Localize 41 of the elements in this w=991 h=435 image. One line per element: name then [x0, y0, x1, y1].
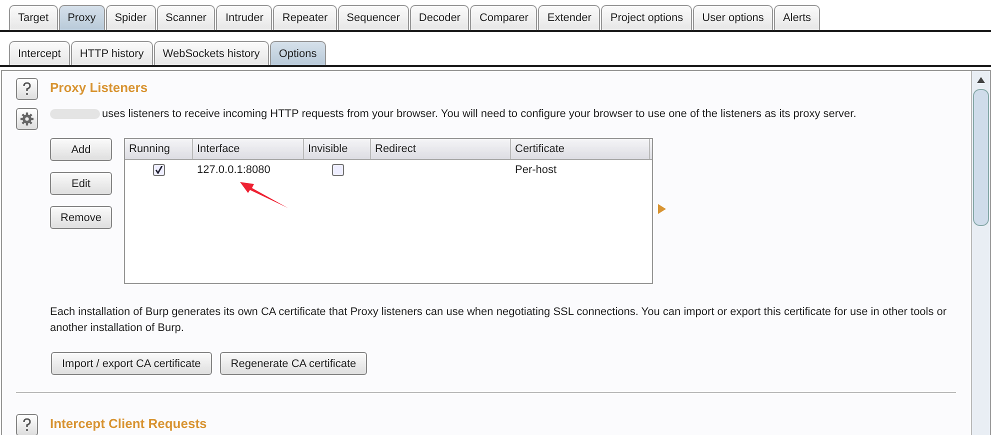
help-icon[interactable]: [16, 414, 38, 435]
certificate-button[interactable]: Import / export CA certificate: [51, 352, 212, 375]
column-header[interactable]: Running: [125, 139, 193, 159]
main-tab[interactable]: Intruder: [216, 5, 272, 30]
certificate-button[interactable]: Regenerate CA certificate: [220, 352, 368, 375]
checkbox[interactable]: [332, 164, 344, 176]
main-tab[interactable]: Target: [9, 5, 58, 30]
sub-tab[interactable]: WebSockets history: [154, 41, 269, 65]
table-cell: 127.0.0.1:8080: [197, 164, 270, 176]
listener-button[interactable]: Remove: [50, 206, 112, 229]
column-header[interactable]: Redirect: [371, 139, 511, 159]
sub-tab[interactable]: Intercept: [9, 41, 70, 65]
main-tab[interactable]: Decoder: [410, 5, 470, 30]
scrollbar[interactable]: [971, 71, 990, 435]
listener-button[interactable]: Add: [50, 138, 112, 161]
section-title: Proxy Listeners: [50, 80, 149, 95]
checkbox[interactable]: [153, 164, 165, 176]
blurred-text: [50, 109, 100, 119]
listener-button[interactable]: Edit: [50, 172, 112, 195]
main-tab[interactable]: Scanner: [156, 5, 216, 30]
sub-tab[interactable]: HTTP history: [70, 41, 153, 65]
main-tab[interactable]: Spider: [106, 5, 156, 30]
main-tab[interactable]: Extender: [538, 5, 600, 30]
table-cell: Per-host: [515, 164, 557, 176]
ca-certificate-note: Each installation of Burp generates its own CA certificate that Proxy listeners can use when negotiating SSL connections. You can import or export this certificate for use in other tools or another installation of Burp.: [50, 305, 948, 336]
help-icon[interactable]: [16, 78, 38, 100]
main-tab[interactable]: Repeater: [273, 5, 337, 30]
main-tab[interactable]: Alerts: [774, 5, 820, 30]
section-title: Intercept Client Requests: [50, 416, 207, 433]
main-tab[interactable]: Project options: [601, 5, 692, 30]
main-tab[interactable]: Proxy: [58, 5, 105, 30]
main-tab[interactable]: Sequencer: [338, 5, 409, 30]
main-tab[interactable]: User options: [693, 5, 773, 30]
sub-tab[interactable]: Options: [270, 41, 326, 65]
column-header[interactable]: Invisible: [304, 139, 371, 159]
column-header[interactable]: Certificate: [511, 139, 650, 159]
scroll-up-icon[interactable]: [977, 77, 985, 83]
description-text: uses listeners to receive incoming HTTP requests from your browser. You will need to configure your browser to use one of the listeners as its proxy server.: [102, 108, 856, 120]
column-header[interactable]: Interface: [193, 139, 304, 159]
settings-icon[interactable]: [16, 108, 38, 130]
main-tab[interactable]: Comparer: [470, 5, 538, 30]
